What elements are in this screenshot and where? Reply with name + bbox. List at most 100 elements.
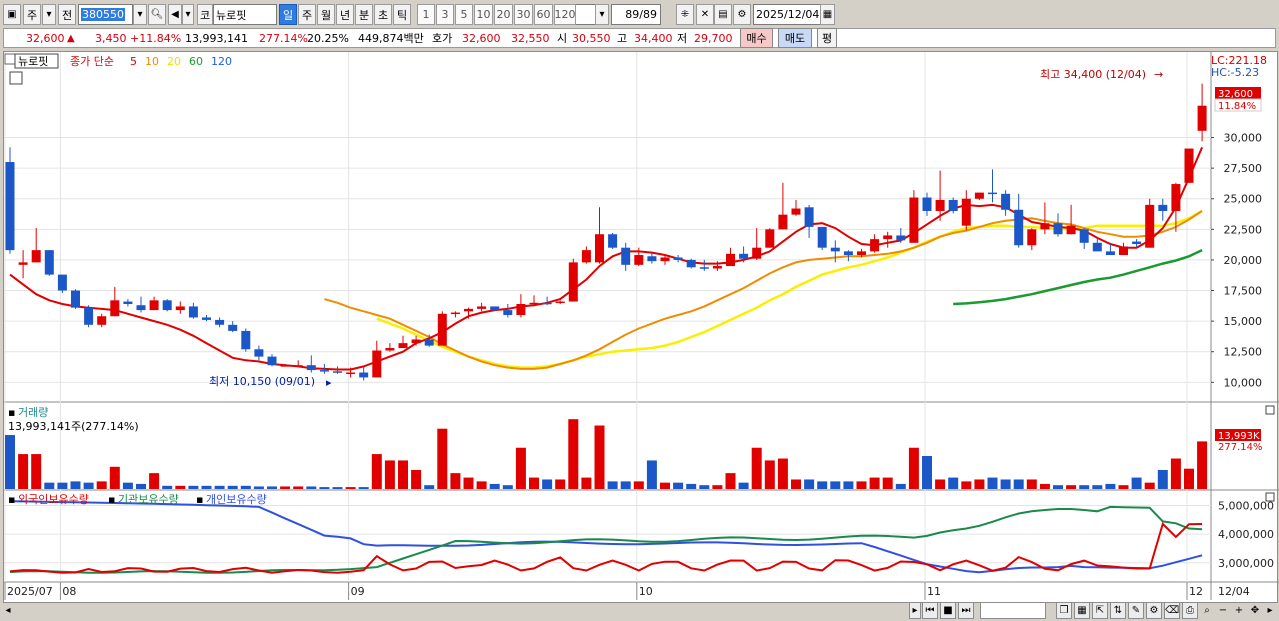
zoom-in-icon[interactable]: +: [1232, 602, 1246, 619]
stock-name-field[interactable]: 뉴로핏: [213, 4, 277, 25]
candle-body: [804, 207, 814, 227]
panel-menu-icon[interactable]: [4, 53, 16, 65]
candle-body: [31, 250, 41, 263]
volume-bar: [1118, 485, 1129, 489]
volume-bar: [1026, 479, 1037, 489]
volume-bar: [791, 479, 801, 489]
y-tick-label: 27,500: [1224, 162, 1263, 175]
volume-bar: [581, 477, 592, 489]
volume-bar: [253, 486, 264, 489]
sell-button[interactable]: 매도: [778, 28, 812, 48]
candle-body: [1079, 229, 1089, 243]
volume-bar: [1105, 483, 1116, 489]
volume-bar: [555, 479, 566, 489]
volume-bar: [620, 481, 631, 489]
period-tab[interactable]: 초: [374, 4, 392, 25]
save-icon[interactable]: ▤: [714, 4, 732, 25]
buy-button[interactable]: 매수: [740, 28, 773, 48]
chevron-down-icon[interactable]: ▾: [595, 4, 609, 25]
erase-icon[interactable]: ⌫: [1164, 602, 1180, 619]
ko-button[interactable]: 코: [197, 4, 213, 25]
period-tab[interactable]: 월: [317, 4, 335, 25]
volume-title: 거래량: [18, 406, 48, 419]
grid-toggle-icon[interactable]: ▦: [1074, 602, 1090, 619]
legend-dot-icon: ▪: [196, 493, 203, 506]
minute-tab[interactable]: 1: [417, 4, 435, 25]
gear-icon[interactable]: ⚙: [733, 4, 751, 25]
candle-body: [686, 259, 696, 268]
zoom-out-icon[interactable]: −: [1216, 602, 1230, 619]
volume-bar: [136, 483, 146, 489]
chart-area[interactable]: 5,000,000 4,000,000 3,000,000 30,000 27,500…: [3, 51, 1279, 604]
minute-tab[interactable]: 3: [436, 4, 454, 25]
volume-bar: [332, 487, 343, 489]
calendar-icon[interactable]: ▦: [820, 4, 835, 25]
chevron-down-icon[interactable]: ▾: [133, 4, 147, 25]
search-icon[interactable]: 🔍︎: [148, 4, 166, 25]
candle-body: [1014, 209, 1024, 246]
move-icon[interactable]: ✥: [1248, 602, 1262, 619]
search-icon[interactable]: ⌕: [1200, 602, 1214, 619]
more-icon[interactable]: ▸: [1263, 602, 1277, 619]
period-tab[interactable]: 분: [355, 4, 373, 25]
eval-button[interactable]: 평: [817, 28, 837, 48]
panel-menu-icon[interactable]: ▪: [8, 493, 15, 506]
compare-icon[interactable]: ⇅: [1110, 602, 1126, 619]
minute-tab[interactable]: 120: [554, 4, 576, 25]
grid-icon[interactable]: ⁜: [676, 4, 694, 25]
candle-body: [1119, 246, 1128, 256]
x-axis-labels: 2025/07 08 09 10 11 12 12/04: [4, 582, 1250, 600]
minute-tab[interactable]: 30: [514, 4, 533, 25]
settings-icon[interactable]: ⚙: [1146, 602, 1162, 619]
period-tab[interactable]: 주: [298, 4, 316, 25]
stop-icon[interactable]: ■: [940, 602, 956, 619]
zoom-slider[interactable]: [980, 602, 1046, 619]
minute-tab[interactable]: 20: [494, 4, 513, 25]
minute-tab[interactable]: 5: [455, 4, 473, 25]
table-icon[interactable]: [9, 71, 23, 85]
volume-bar: [188, 485, 199, 489]
candle-body: [647, 256, 657, 262]
candle-body: [188, 306, 198, 318]
draw-icon[interactable]: ✎: [1128, 602, 1144, 619]
buy-label: 매수: [746, 32, 767, 45]
panel-close-icon[interactable]: [1265, 492, 1275, 502]
last-page-icon[interactable]: ⏭: [958, 602, 974, 619]
ma-legend-item: 5: [130, 55, 137, 68]
first-page-icon[interactable]: ⏮: [922, 602, 938, 619]
page-field[interactable]: 89/89: [611, 4, 661, 25]
candle-body: [333, 371, 342, 373]
scroll-right-icon[interactable]: ▸: [909, 602, 921, 619]
scroll-left-icon[interactable]: ◂: [3, 602, 13, 619]
candle-body: [752, 247, 762, 259]
cross-arrow-icon[interactable]: ✕: [696, 4, 714, 25]
panel-close-icon[interactable]: [1265, 405, 1275, 415]
candle-body: [1027, 229, 1037, 246]
code-input[interactable]: 380550: [78, 4, 133, 25]
minute-tab[interactable]: 60: [534, 4, 553, 25]
speaker-icon[interactable]: ◀: [168, 4, 182, 25]
volume-bar: [974, 479, 985, 489]
volume-bar: [1039, 483, 1050, 489]
period-tab[interactable]: 일: [279, 4, 297, 25]
candle-body: [293, 365, 303, 367]
chart-canvas[interactable]: 5,000,0004,000,0003,000,000 30,00027,500…: [4, 52, 1279, 604]
chevron-down-icon[interactable]: ▾: [182, 4, 194, 25]
ma60-line: [953, 248, 1203, 306]
current-price: 32,600: [26, 31, 65, 45]
ma-legend-prefix: 종가 단순: [70, 55, 114, 68]
candles: [5, 83, 1207, 381]
market-type-select[interactable]: 주: [23, 4, 41, 25]
print-icon[interactable]: ⎙: [1182, 602, 1198, 619]
jeon-button[interactable]: 전: [58, 4, 76, 25]
cursor-icon[interactable]: ⇱: [1092, 602, 1108, 619]
period-tab[interactable]: 틱: [393, 4, 411, 25]
panel-menu-icon[interactable]: ▪: [8, 406, 15, 419]
candle-body: [57, 274, 67, 291]
volume-bar: [476, 481, 487, 489]
copy-icon[interactable]: ❐: [1056, 602, 1072, 619]
period-tab[interactable]: 년: [336, 4, 354, 25]
layout-icon[interactable]: ▣: [3, 4, 21, 25]
minute-tab[interactable]: 10: [474, 4, 493, 25]
chevron-down-icon[interactable]: ▾: [42, 4, 56, 25]
